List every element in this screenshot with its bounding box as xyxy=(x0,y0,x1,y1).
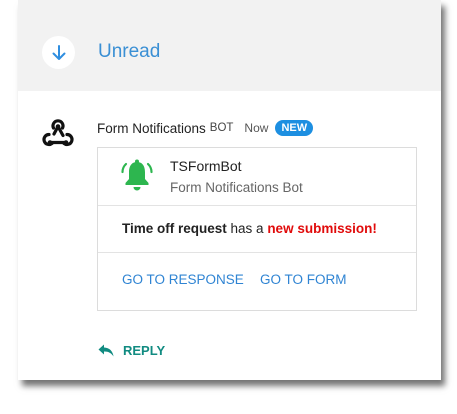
unread-header: Unread xyxy=(18,0,441,91)
bot-tag: BOT xyxy=(209,122,234,134)
reply-arrow-icon xyxy=(98,344,114,357)
reply-label: REPLY xyxy=(123,343,166,358)
go-to-form-button[interactable]: GO TO FORM xyxy=(260,272,347,287)
collapse-button[interactable] xyxy=(42,36,75,69)
request-name: Time off request xyxy=(122,221,227,236)
divider xyxy=(98,252,416,253)
reply-button[interactable]: REPLY xyxy=(98,343,165,358)
new-badge: NEW xyxy=(275,120,314,136)
webhook-icon xyxy=(42,119,74,147)
message-time: Now xyxy=(244,121,269,135)
unread-title: Unread xyxy=(98,41,161,62)
bot-name: TSFormBot xyxy=(170,158,242,174)
go-to-response-button[interactable]: GO TO RESPONSE xyxy=(122,272,244,287)
divider xyxy=(98,205,416,206)
text-connector: has a xyxy=(226,221,268,236)
submission-text: Time off request has a new submission! xyxy=(122,221,377,236)
sender-name[interactable]: Form Notifications xyxy=(97,121,206,136)
arrow-down-icon xyxy=(52,44,65,60)
notification-panel: Unread Form Notifications BOT Now NEW TS… xyxy=(18,0,441,380)
message-header: Form Notifications BOT Now NEW xyxy=(97,120,314,136)
form-notification-card: TSFormBot Form Notifications Bot Time of… xyxy=(97,147,417,311)
new-submission-label: new submission! xyxy=(267,221,377,236)
bell-icon xyxy=(121,159,153,191)
bot-subtitle: Form Notifications Bot xyxy=(170,180,303,195)
